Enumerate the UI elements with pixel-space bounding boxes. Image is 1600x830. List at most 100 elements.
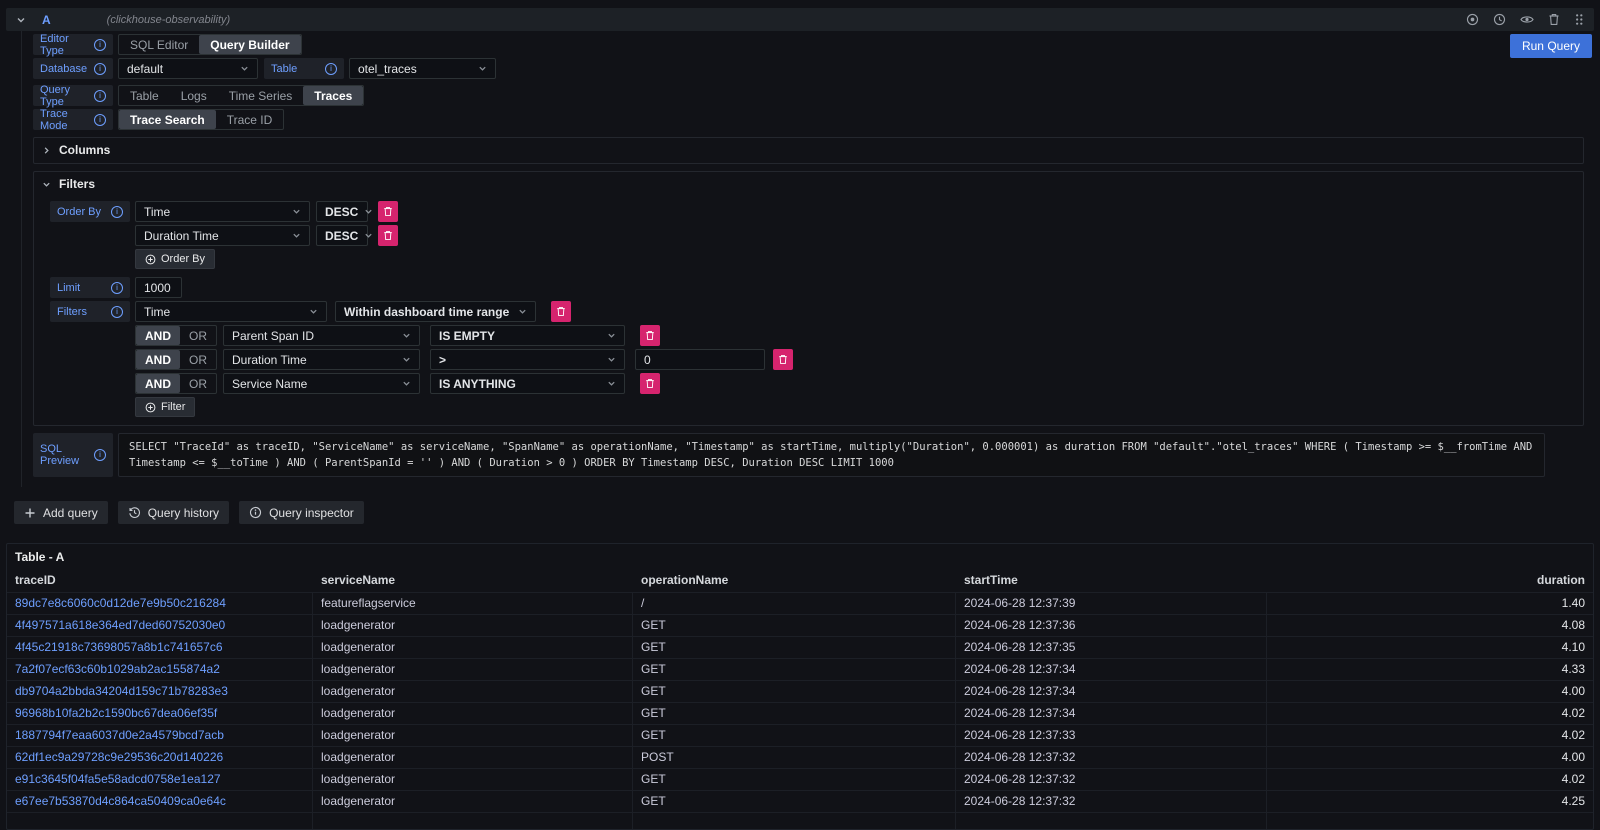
operation-name-cell: GET <box>633 681 956 702</box>
remove-order-by-button[interactable] <box>378 225 398 246</box>
trace-id-link[interactable]: 1887794f7eaa6037d0e2a4579bcd7acb <box>7 725 313 746</box>
chevron-down-icon <box>607 355 616 364</box>
sql-preview-code[interactable]: SELECT "TraceId" as traceID, "ServiceNam… <box>118 433 1545 477</box>
trash-icon <box>556 306 566 317</box>
remove-filter-button[interactable] <box>640 325 660 346</box>
columns-section: Columns <box>33 137 1584 164</box>
service-name-cell: loadgenerator <box>313 747 633 768</box>
order-by-field-select[interactable]: Duration Time <box>135 225 310 246</box>
trace-id-link[interactable]: 4f45c21918c73698057a8b1c741657c6 <box>7 637 313 658</box>
add-order-by-button[interactable]: Order By <box>135 249 215 269</box>
panel-title: Table - A <box>7 544 1593 569</box>
info-icon[interactable]: i <box>111 282 123 294</box>
remove-filter-button[interactable] <box>773 349 793 370</box>
limit-row: Limit i <box>50 277 1575 298</box>
duration-cell: 4.25 <box>1267 791 1593 812</box>
info-icon[interactable]: i <box>111 306 123 318</box>
column-header-traceid[interactable]: traceID <box>7 569 313 592</box>
trash-icon[interactable] <box>1548 13 1560 26</box>
editor-type-option-query-builder[interactable]: Query Builder <box>199 35 300 54</box>
query-type-option-table[interactable]: Table <box>119 86 170 105</box>
filter-field-select[interactable]: Duration Time <box>223 349 420 370</box>
duration-cell: 4.02 <box>1267 703 1593 724</box>
filter-operator-select[interactable]: > <box>430 349 625 370</box>
duration-cell: 4.33 <box>1267 659 1593 680</box>
limit-input[interactable] <box>135 277 182 298</box>
table-select[interactable]: otel_traces <box>349 58 496 79</box>
query-header-actions <box>1466 13 1584 26</box>
filter-field-select[interactable]: Parent Span ID <box>223 325 420 346</box>
collapse-chevron-icon[interactable] <box>16 15 26 25</box>
filter-operator-select[interactable]: IS ANYTHING <box>430 373 625 394</box>
conjunction-or[interactable]: OR <box>180 326 216 345</box>
duration-cell: 4.10 <box>1267 637 1593 658</box>
order-by-row-1: Order By i Time DESC <box>50 201 1575 222</box>
column-header-operationname[interactable]: operationName <box>633 569 956 592</box>
table-row: 96968b10fa2b2c1590bc67dea06ef35f loadgen… <box>7 702 1593 724</box>
chevron-down-icon <box>607 379 616 388</box>
add-query-button[interactable]: Add query <box>14 501 108 524</box>
filters-label: Filters i <box>50 301 130 322</box>
duration-cell: 4.02 <box>1267 769 1593 790</box>
filter-value-input[interactable] <box>635 349 765 370</box>
filter-operator-select[interactable]: Within dashboard time range <box>335 301 536 322</box>
duration-cell: 4.00 <box>1267 681 1593 702</box>
operation-name-cell: GET <box>633 637 956 658</box>
query-type-option-traces[interactable]: Traces <box>303 86 363 105</box>
editor-type-option-sql-editor[interactable]: SQL Editor <box>119 35 199 54</box>
chevron-down-icon <box>292 207 301 216</box>
table-row: db9704a2bbda34204d159c71b78283e3 loadgen… <box>7 680 1593 702</box>
table-row: 4f45c21918c73698057a8b1c741657c6 loadgen… <box>7 636 1593 658</box>
column-header-duration[interactable]: duration <box>1267 569 1593 592</box>
trace-id-link[interactable]: e67ee7b53870d4c864ca50409ca0e64c <box>7 791 313 812</box>
column-header-servicename[interactable]: serviceName <box>313 569 633 592</box>
info-icon[interactable]: i <box>94 39 106 51</box>
trace-id-link[interactable]: 4f497571a618e364ed7ded60752030e0 <box>7 615 313 636</box>
order-by-field-select[interactable]: Time <box>135 201 310 222</box>
trace-id-link[interactable]: 7a2f07ecf63c60b1029ab2ac155874a2 <box>7 659 313 680</box>
info-icon[interactable]: i <box>94 114 106 126</box>
filters-section-header[interactable]: Filters <box>42 175 1575 193</box>
info-icon[interactable]: i <box>94 449 106 461</box>
info-icon[interactable]: i <box>325 63 337 75</box>
trace-id-link[interactable]: db9704a2bbda34204d159c71b78283e3 <box>7 681 313 702</box>
eye-icon[interactable] <box>1520 13 1534 26</box>
database-select[interactable]: default <box>118 58 258 79</box>
trace-mode-option-trace-search[interactable]: Trace Search <box>119 110 216 129</box>
remove-order-by-button[interactable] <box>378 201 398 222</box>
remove-filter-button[interactable] <box>551 301 571 322</box>
order-by-direction-select[interactable]: DESC <box>316 201 368 222</box>
record-icon[interactable] <box>1466 13 1479 26</box>
editor-type-toggle: SQL Editor Query Builder <box>118 34 302 55</box>
query-type-option-time-series[interactable]: Time Series <box>218 86 304 105</box>
conjunction-or[interactable]: OR <box>180 350 216 369</box>
column-header-starttime[interactable]: startTime <box>956 569 1267 592</box>
remove-filter-button[interactable] <box>640 373 660 394</box>
query-inspector-button[interactable]: Query inspector <box>239 501 364 524</box>
trace-mode-option-trace-id[interactable]: Trace ID <box>216 110 284 129</box>
trash-icon <box>383 206 393 217</box>
trace-id-link[interactable]: 96968b10fa2b2c1590bc67dea06ef35f <box>7 703 313 724</box>
drag-handle-icon[interactable] <box>1574 13 1584 26</box>
query-type-option-logs[interactable]: Logs <box>170 86 218 105</box>
conjunction-and[interactable]: AND <box>136 350 180 369</box>
filter-operator-select[interactable]: IS EMPTY <box>430 325 625 346</box>
columns-section-header[interactable]: Columns <box>42 141 1575 159</box>
query-history-button[interactable]: Query history <box>118 501 229 524</box>
trace-id-link[interactable]: 62df1ec9a29728c9e29536c20d140226 <box>7 747 313 768</box>
filter-field-select[interactable]: Service Name <box>223 373 420 394</box>
info-icon[interactable]: i <box>94 63 106 75</box>
info-icon[interactable]: i <box>111 206 123 218</box>
trace-id-link[interactable]: e91c3645f04fa5e58adcd0758e1ea127 <box>7 769 313 790</box>
filter-field-select[interactable]: Time <box>135 301 327 322</box>
trace-id-link[interactable]: 89dc7e8c6060c0d12de7e9b50c216284 <box>7 593 313 614</box>
add-filter-button[interactable]: Filter <box>135 397 195 417</box>
info-icon[interactable]: i <box>94 90 106 102</box>
chevron-down-icon <box>42 180 51 189</box>
order-by-direction-select[interactable]: DESC <box>316 225 368 246</box>
conjunction-and[interactable]: AND <box>136 374 180 393</box>
conjunction-and[interactable]: AND <box>136 326 180 345</box>
history-icon[interactable] <box>1493 13 1506 26</box>
results-table: traceID serviceName operationName startT… <box>7 569 1593 830</box>
conjunction-or[interactable]: OR <box>180 374 216 393</box>
